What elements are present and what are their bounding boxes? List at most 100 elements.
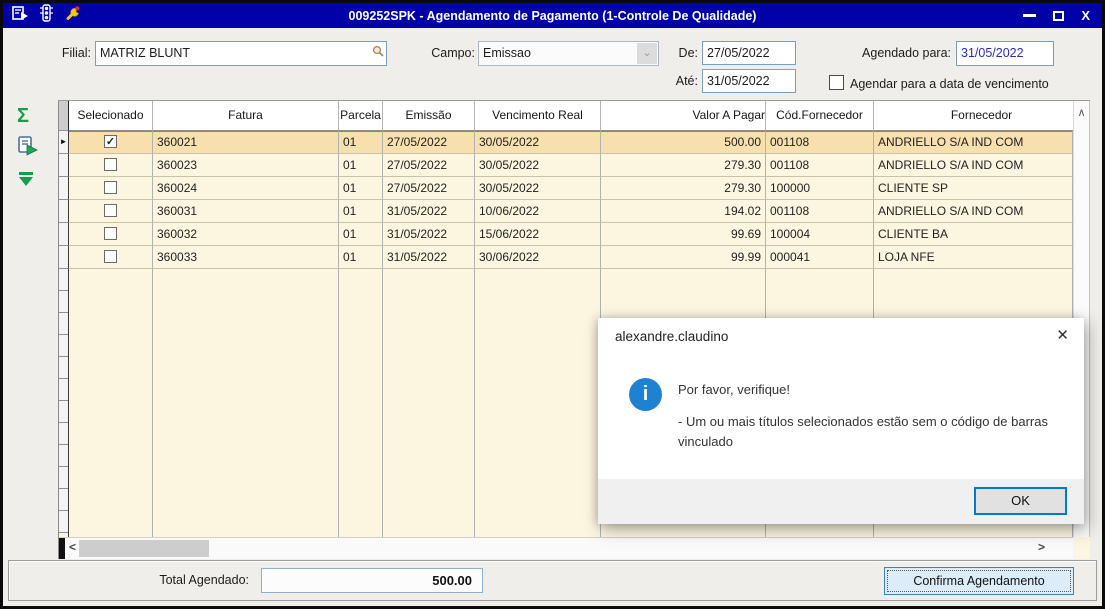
horizontal-scrollbar[interactable]: < > bbox=[59, 537, 1073, 559]
table-row[interactable]: 3600330131/05/202230/06/202299.99000041L… bbox=[59, 246, 1073, 269]
window-title: 009252SPK - Agendamento de Pagamento (1-… bbox=[3, 9, 1102, 23]
filial-label: Filial: bbox=[31, 41, 91, 65]
gutter-stack bbox=[59, 269, 69, 537]
verification-dialog: alexandre.claudino ✕ i Por favor, verifi… bbox=[598, 318, 1084, 524]
column-header[interactable]: Fatura bbox=[153, 101, 339, 131]
valor-cell: 99.69 bbox=[601, 223, 766, 246]
table-header: SelecionadoFaturaParcelaEmissãoVenciment… bbox=[59, 101, 1090, 131]
parcela-cell: 01 bbox=[339, 131, 383, 154]
total-agendado-label: Total Agendado: bbox=[119, 561, 249, 600]
column-header[interactable]: Cód.Fornecedor bbox=[766, 101, 874, 131]
filial-input[interactable]: MATRIZ BLUNT bbox=[95, 41, 387, 66]
selecionado-cell: ✓ bbox=[69, 131, 153, 154]
row-checkbox[interactable] bbox=[104, 204, 117, 217]
scroll-right-icon[interactable]: > bbox=[1038, 540, 1045, 554]
campo-label: Campo: bbox=[421, 41, 475, 65]
cod-cell: 100004 bbox=[766, 223, 874, 246]
cod-cell: 001108 bbox=[766, 154, 874, 177]
selecionado-cell bbox=[69, 154, 153, 177]
table-row[interactable]: 3600230127/05/202230/05/2022279.30001108… bbox=[59, 154, 1073, 177]
table-row[interactable]: 3600240127/05/202230/05/2022279.30100000… bbox=[59, 177, 1073, 200]
emissao-cell: 31/05/2022 bbox=[383, 223, 475, 246]
sum-icon[interactable]: Σ bbox=[17, 105, 29, 128]
vencimento-checkbox[interactable] bbox=[829, 75, 844, 90]
scroll-thumb[interactable] bbox=[79, 540, 209, 557]
fatura-cell: 360033 bbox=[153, 246, 339, 269]
valor-cell: 279.30 bbox=[601, 154, 766, 177]
dialog-title: alexandre.claudino bbox=[615, 329, 728, 344]
titlebar-icons bbox=[3, 4, 82, 27]
export-record-icon[interactable] bbox=[17, 135, 39, 162]
de-value: 27/05/2022 bbox=[707, 46, 770, 60]
selecionado-cell bbox=[69, 223, 153, 246]
maximize-button[interactable] bbox=[1053, 11, 1064, 21]
parcela-cell: 01 bbox=[339, 200, 383, 223]
row-checkbox[interactable] bbox=[104, 158, 117, 171]
vencimento-cell: 10/06/2022 bbox=[475, 200, 601, 223]
empty-column bbox=[69, 269, 153, 537]
fornecedor-cell: ANDRIELLO S/A IND COM bbox=[874, 200, 1073, 223]
exit-form-icon[interactable] bbox=[12, 5, 29, 26]
table-row[interactable]: 3600320131/05/202215/06/202299.69100004C… bbox=[59, 223, 1073, 246]
selecionado-cell bbox=[69, 177, 153, 200]
empty-column bbox=[153, 269, 339, 537]
minimize-button[interactable] bbox=[1023, 14, 1036, 17]
column-header[interactable]: Selecionado bbox=[69, 101, 153, 131]
emissao-cell: 31/05/2022 bbox=[383, 246, 475, 269]
row-marker bbox=[59, 154, 69, 177]
de-input[interactable]: 27/05/2022 bbox=[702, 41, 796, 65]
parcela-cell: 01 bbox=[339, 154, 383, 177]
fatura-cell: 360032 bbox=[153, 223, 339, 246]
close-button[interactable]: X bbox=[1081, 3, 1090, 28]
fornecedor-cell: LOJA NFE bbox=[874, 246, 1073, 269]
row-checkbox[interactable] bbox=[104, 227, 117, 240]
ate-input[interactable]: 31/05/2022 bbox=[702, 69, 796, 93]
traffic-light-icon[interactable] bbox=[40, 4, 53, 27]
confirma-agendamento-button[interactable]: Confirma Agendamento bbox=[884, 567, 1074, 595]
column-header[interactable]: Emissão bbox=[383, 101, 475, 131]
agendado-input[interactable]: 31/05/2022 bbox=[956, 41, 1054, 66]
vencimento-cell: 30/05/2022 bbox=[475, 177, 601, 200]
column-header[interactable]: Fornecedor bbox=[874, 101, 1090, 131]
fatura-cell: 360021 bbox=[153, 131, 339, 154]
cod-cell: 000041 bbox=[766, 246, 874, 269]
row-marker bbox=[59, 246, 69, 269]
empty-column bbox=[339, 269, 383, 537]
fornecedor-cell: CLIENTE BA bbox=[874, 223, 1073, 246]
scroll-up-icon[interactable]: ∧ bbox=[1074, 101, 1089, 119]
table-row[interactable]: 3600310131/05/202210/06/2022194.02001108… bbox=[59, 200, 1073, 223]
ate-value: 31/05/2022 bbox=[707, 74, 770, 88]
row-marker bbox=[59, 200, 69, 223]
scroll-left-icon[interactable]: < bbox=[69, 540, 76, 554]
agendado-value: 31/05/2022 bbox=[961, 46, 1024, 60]
table-row[interactable]: ►✓3600210127/05/202230/05/2022500.000011… bbox=[59, 131, 1073, 154]
dialog-heading: Por favor, verifique! bbox=[678, 382, 790, 397]
fornecedor-cell: ANDRIELLO S/A IND COM bbox=[874, 154, 1073, 177]
campo-value: Emissao bbox=[483, 46, 531, 60]
emissao-cell: 31/05/2022 bbox=[383, 200, 475, 223]
column-header[interactable]: Valor A Pagar bbox=[601, 101, 766, 131]
scroll-corner bbox=[59, 538, 65, 559]
ok-button[interactable]: OK bbox=[974, 487, 1067, 515]
vencimento-checkbox-label: Agendar para a data de vencimento bbox=[850, 72, 1080, 96]
filial-value: MATRIZ BLUNT bbox=[100, 46, 190, 60]
app-window: 009252SPK - Agendamento de Pagamento (1-… bbox=[0, 0, 1105, 609]
row-checkbox[interactable]: ✓ bbox=[104, 135, 117, 148]
row-checkbox[interactable] bbox=[104, 181, 117, 194]
goal-bottom-icon[interactable] bbox=[17, 171, 37, 192]
row-checkbox[interactable] bbox=[104, 250, 117, 263]
selecionado-cell bbox=[69, 246, 153, 269]
fornecedor-cell: CLIENTE SP bbox=[874, 177, 1073, 200]
column-header[interactable]: Vencimento Real bbox=[475, 101, 601, 131]
row-marker bbox=[59, 223, 69, 246]
selecionado-cell bbox=[69, 200, 153, 223]
cod-cell: 001108 bbox=[766, 131, 874, 154]
wrench-icon[interactable] bbox=[64, 5, 82, 26]
magnifier-icon[interactable] bbox=[372, 42, 384, 64]
cod-cell: 001108 bbox=[766, 200, 874, 223]
ate-label: Até: bbox=[653, 69, 698, 93]
campo-select[interactable]: Emissao ⌄ bbox=[478, 41, 659, 66]
parcela-cell: 01 bbox=[339, 246, 383, 269]
column-header[interactable]: Parcela bbox=[339, 101, 383, 131]
dialog-close-icon[interactable]: ✕ bbox=[1056, 326, 1069, 344]
